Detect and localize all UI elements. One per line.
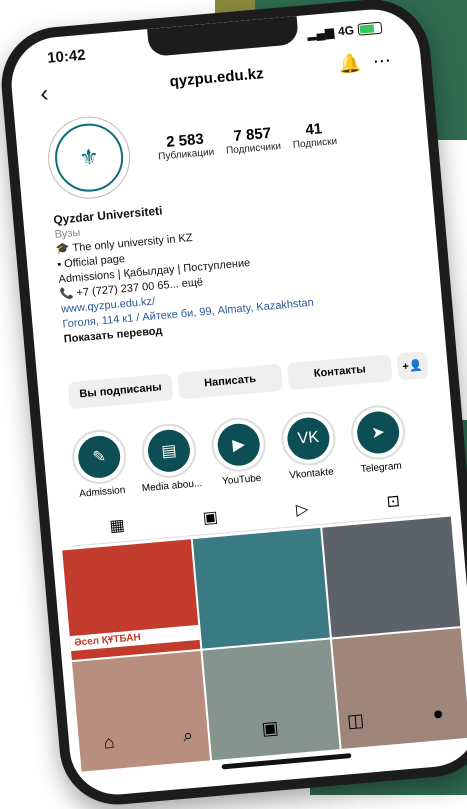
stat-following[interactable]: 41 Подписки [291, 119, 338, 151]
search-icon[interactable]: ⌕ [182, 725, 194, 747]
add-person-button[interactable]: +👤 [396, 351, 429, 381]
profile-avatar[interactable]: ⚜ [44, 113, 134, 203]
university-logo-icon: ⚜ [52, 120, 126, 195]
highlight-ring: ▶ [209, 415, 268, 474]
highlight-ring: ▤ [139, 421, 199, 481]
post-thumbnail[interactable]: Әсел ҚҰТБАН [62, 539, 201, 661]
highlight-label: Media abou... [141, 478, 203, 495]
youtube-icon: ▶ [215, 421, 262, 468]
highlight-label: Admission [78, 484, 126, 500]
home-icon[interactable]: ⌂ [103, 732, 116, 754]
signal-icon: ▂▄▆ [306, 24, 335, 42]
tagged-icon[interactable]: ⊡ [386, 491, 401, 512]
news-icon: ▤ [146, 428, 192, 474]
profile-bio: Qyzdar Universiteti Вузы 🎓 The only univ… [53, 182, 423, 348]
highlight-label: Vkontakte [288, 466, 335, 482]
shop-icon[interactable]: ◫ [346, 710, 365, 732]
more-options-icon[interactable]: ⋯ [372, 50, 392, 72]
battery-icon [357, 21, 383, 36]
story-highlights: ✎ Admission ▤ Media abou... ▶ YouTube VK… [66, 400, 446, 501]
highlight-vkontakte[interactable]: VK Vkontakte [275, 409, 343, 482]
contacts-button[interactable]: Контакты [286, 354, 393, 391]
highlight-ring: ✎ [69, 427, 129, 487]
telegram-icon: ➤ [355, 409, 401, 456]
status-right: ▂▄▆ 4G [307, 21, 383, 41]
post-thumbnail[interactable] [192, 527, 331, 649]
stat-label: Подписки [292, 136, 338, 151]
highlight-admission[interactable]: ✎ Admission [66, 427, 134, 500]
post-thumbnail[interactable] [322, 516, 461, 638]
post-caption: Әсел ҚҰТБАН [69, 624, 200, 652]
profile-stats: 2 583 Публикации 7 857 Подписчики 41 Под… [156, 119, 338, 163]
highlight-telegram[interactable]: ➤ Telegram [345, 403, 413, 476]
phone-mockup: 10:42 ▂▄▆ 4G ‹ qyzpu.edu.kz 🔔 ⋯ ⚜ 2 583 … [0, 0, 467, 809]
stat-followers[interactable]: 7 857 Подписчики [224, 124, 282, 157]
profile-actions: Вы подписаны Написать Контакты +👤 [67, 351, 429, 410]
following-button[interactable]: Вы подписаны [67, 373, 174, 410]
reels-icon[interactable]: ▣ [202, 507, 219, 528]
vk-icon: VK [285, 415, 332, 462]
highlight-label: Telegram [360, 460, 403, 476]
highlight-label: YouTube [221, 472, 262, 488]
highlight-media[interactable]: ▤ Media abou... [136, 421, 204, 494]
reels-nav-icon[interactable]: ▣ [261, 717, 280, 739]
highlight-ring: ➤ [348, 403, 408, 462]
status-time: 10:42 [46, 46, 87, 67]
highlight-ring: VK [279, 409, 338, 468]
highlight-youtube[interactable]: ▶ YouTube [205, 415, 273, 488]
video-icon[interactable]: ▷ [295, 499, 309, 520]
phone-screen: 10:42 ▂▄▆ 4G ‹ qyzpu.edu.kz 🔔 ⋯ ⚜ 2 583 … [7, 5, 467, 799]
notification-bell-icon[interactable]: 🔔 [338, 53, 362, 76]
message-button[interactable]: Написать [177, 363, 284, 400]
pencil-icon: ✎ [76, 434, 122, 480]
stat-posts[interactable]: 2 583 Публикации [156, 130, 215, 163]
network-label: 4G [337, 23, 355, 39]
profile-avatar-icon[interactable]: ● [432, 703, 445, 725]
grid-icon[interactable]: ▦ [109, 515, 126, 536]
